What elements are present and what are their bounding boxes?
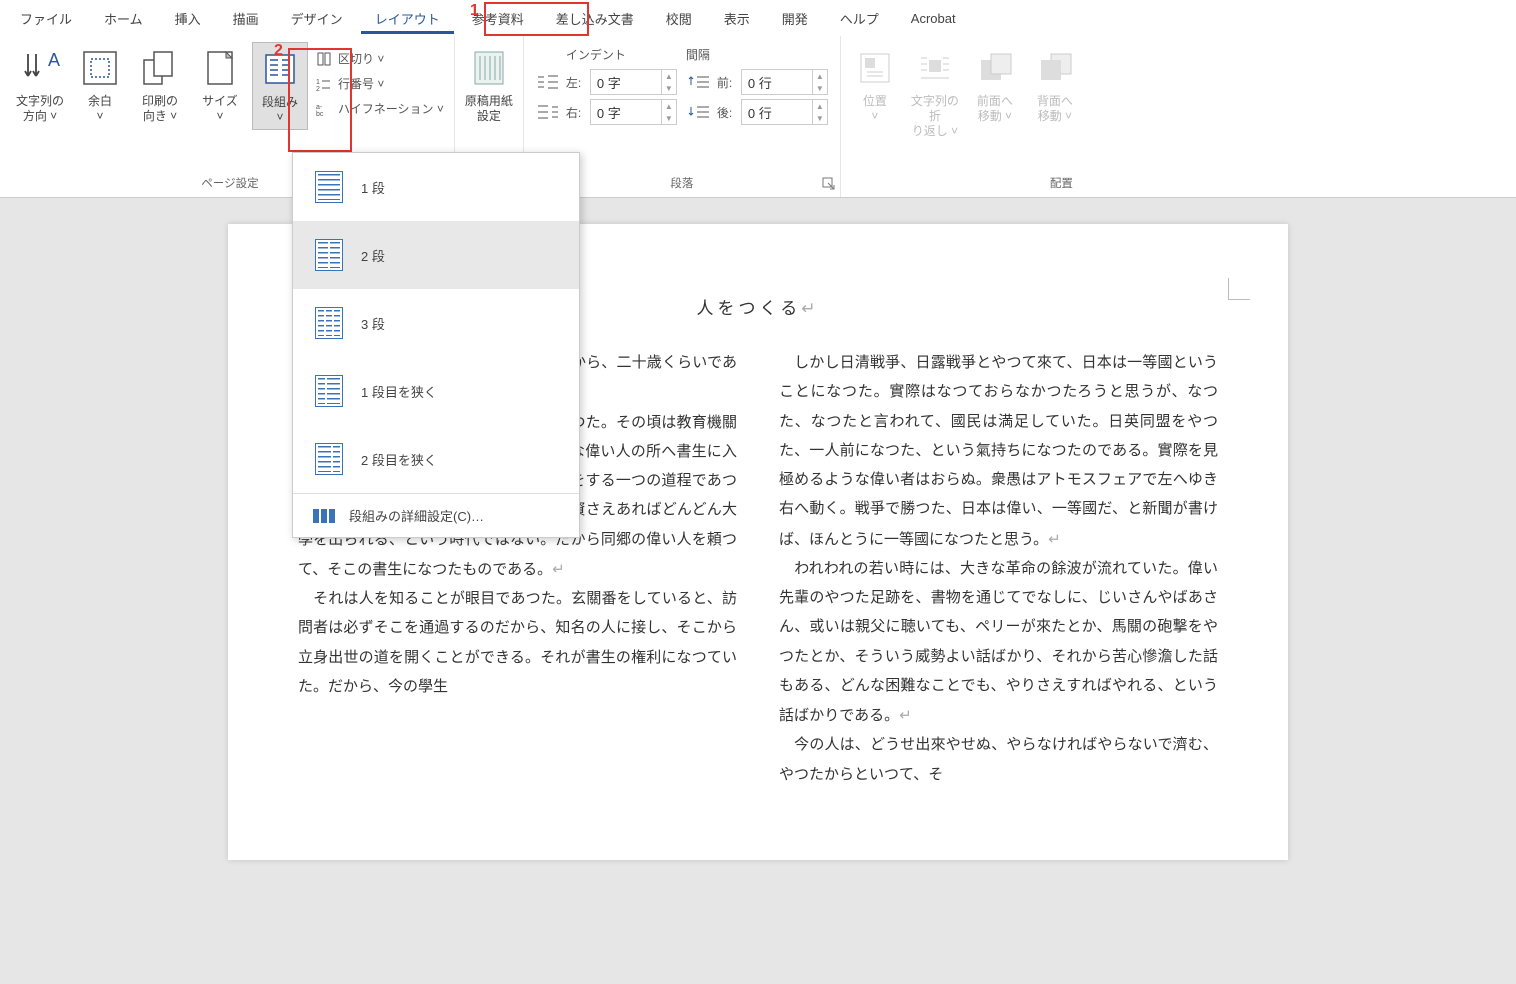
svg-text:A: A bbox=[48, 50, 60, 70]
columns-button[interactable]: 段組み ˅ bbox=[252, 42, 308, 130]
columns-dropdown: 1 段 2 段 3 段 1 段目を狭く 2 段目を狭く 段組みの詳細設定(C)… bbox=[292, 152, 580, 538]
indent-left-spin[interactable]: ▲▼ bbox=[590, 69, 677, 95]
breaks-icon bbox=[316, 51, 332, 67]
indent-left-input[interactable] bbox=[591, 70, 661, 94]
tab-レイアウト[interactable]: レイアウト bbox=[359, 1, 456, 36]
line-numbers-button[interactable]: 12行番号 ˅ bbox=[312, 73, 448, 94]
tab-ファイル[interactable]: ファイル bbox=[4, 1, 88, 36]
text-wrap-button: 文字列の折 り返し ˅ bbox=[907, 42, 963, 143]
columns-icon bbox=[258, 47, 302, 91]
orientation-icon bbox=[138, 46, 182, 90]
corner-mark bbox=[1228, 278, 1250, 300]
text-direction-icon: A bbox=[18, 46, 62, 90]
columns-two[interactable]: 2 段 bbox=[293, 221, 579, 289]
genko-icon bbox=[467, 46, 511, 90]
tab-デザイン[interactable]: デザイン bbox=[275, 1, 359, 36]
space-after-icon bbox=[687, 103, 711, 121]
space-before-row: 前: ▲▼ bbox=[687, 67, 828, 97]
position-button: 位置 ˅ bbox=[847, 42, 903, 128]
tab-参考資料[interactable]: 参考資料 bbox=[456, 1, 540, 36]
text-wrap-icon bbox=[913, 46, 957, 90]
tab-開発[interactable]: 開発 bbox=[766, 1, 824, 36]
margins-icon bbox=[78, 46, 122, 90]
dialog-launcher-icon[interactable] bbox=[822, 177, 836, 191]
tab-ホーム[interactable]: ホーム bbox=[88, 1, 159, 36]
ribbon-tabs: ファイルホーム挿入描画デザインレイアウト参考資料差し込み文書校閲表示開発ヘルプA… bbox=[0, 0, 1516, 36]
group-arrange: 位置 ˅ 文字列の折 り返し ˅ 前面へ 移動 ˅ 背面へ 移動 ˅ 配置 bbox=[841, 36, 1089, 197]
bring-forward-button: 前面へ 移動 ˅ bbox=[967, 42, 1023, 128]
line-numbers-icon: 12 bbox=[316, 76, 332, 92]
indent-right-input[interactable] bbox=[591, 100, 661, 124]
space-after-row: 後: ▲▼ bbox=[687, 97, 828, 127]
space-after-spin[interactable]: ▲▼ bbox=[741, 99, 828, 125]
size-button[interactable]: サイズ ˅ bbox=[192, 42, 248, 128]
margins-button[interactable]: 余白 ˅ bbox=[72, 42, 128, 128]
columns-three[interactable]: 3 段 bbox=[293, 289, 579, 357]
tab-表示[interactable]: 表示 bbox=[708, 1, 766, 36]
indent-left-icon bbox=[536, 73, 560, 91]
tab-差し込み文書[interactable]: 差し込み文書 bbox=[540, 1, 650, 36]
bring-forward-icon bbox=[973, 46, 1017, 90]
columns-narrow-left[interactable]: 1 段目を狭く bbox=[293, 357, 579, 425]
ribbon: A 文字列の 方向 ˅ 余白 ˅ 印刷の 向き ˅ サイズ ˅ 段組み ˅ 区切… bbox=[0, 36, 1516, 198]
space-before-spin[interactable]: ▲▼ bbox=[741, 69, 828, 95]
group-label: 配置 bbox=[847, 173, 1083, 197]
space-before-input[interactable] bbox=[742, 70, 812, 94]
svg-text:1: 1 bbox=[316, 79, 320, 86]
columns-one[interactable]: 1 段 bbox=[293, 153, 579, 221]
space-before-icon bbox=[687, 73, 711, 91]
size-icon bbox=[198, 46, 242, 90]
columns-more-options[interactable]: 段組みの詳細設定(C)… bbox=[293, 494, 579, 537]
columns-narrow-right[interactable]: 2 段目を狭く bbox=[293, 425, 579, 493]
column-right: しかし日清戦爭、日露戦爭とやつて來て、日本は一等國ということになつた。實際はなつ… bbox=[779, 349, 1218, 790]
tab-描画[interactable]: 描画 bbox=[217, 1, 275, 36]
document-area: 人をつくる↵ 上侯の所へいつたのは學生時代のあつたから、二十歳くらいであつたそれ… bbox=[0, 198, 1516, 984]
svg-text:2: 2 bbox=[316, 86, 320, 92]
indent-left-row: 左: ▲▼ bbox=[536, 67, 677, 97]
tab-ヘルプ[interactable]: ヘルプ bbox=[824, 1, 895, 36]
position-icon bbox=[853, 46, 897, 90]
tab-挿入[interactable]: 挿入 bbox=[159, 1, 217, 36]
space-after-input[interactable] bbox=[742, 100, 812, 124]
hyphenation-button[interactable]: a-bcハイフネーション ˅ bbox=[312, 98, 448, 119]
indent-right-row: 右: ▲▼ bbox=[536, 97, 677, 127]
genko-button[interactable]: 原稿用紙 設定 bbox=[461, 42, 517, 128]
send-backward-button: 背面へ 移動 ˅ bbox=[1027, 42, 1083, 128]
svg-text:bc: bc bbox=[316, 111, 324, 117]
indent-right-spin[interactable]: ▲▼ bbox=[590, 99, 677, 125]
orientation-button[interactable]: 印刷の 向き ˅ bbox=[132, 42, 188, 128]
text-direction-button[interactable]: A 文字列の 方向 ˅ bbox=[12, 42, 68, 128]
tab-Acrobat[interactable]: Acrobat bbox=[895, 3, 972, 34]
hyphenation-icon: a-bc bbox=[316, 101, 332, 117]
send-backward-icon bbox=[1033, 46, 1077, 90]
breaks-button[interactable]: 区切り ˅ bbox=[312, 48, 448, 69]
svg-text:a-: a- bbox=[316, 104, 323, 111]
indent-right-icon bbox=[536, 103, 560, 121]
tab-校閲[interactable]: 校閲 bbox=[650, 1, 708, 36]
